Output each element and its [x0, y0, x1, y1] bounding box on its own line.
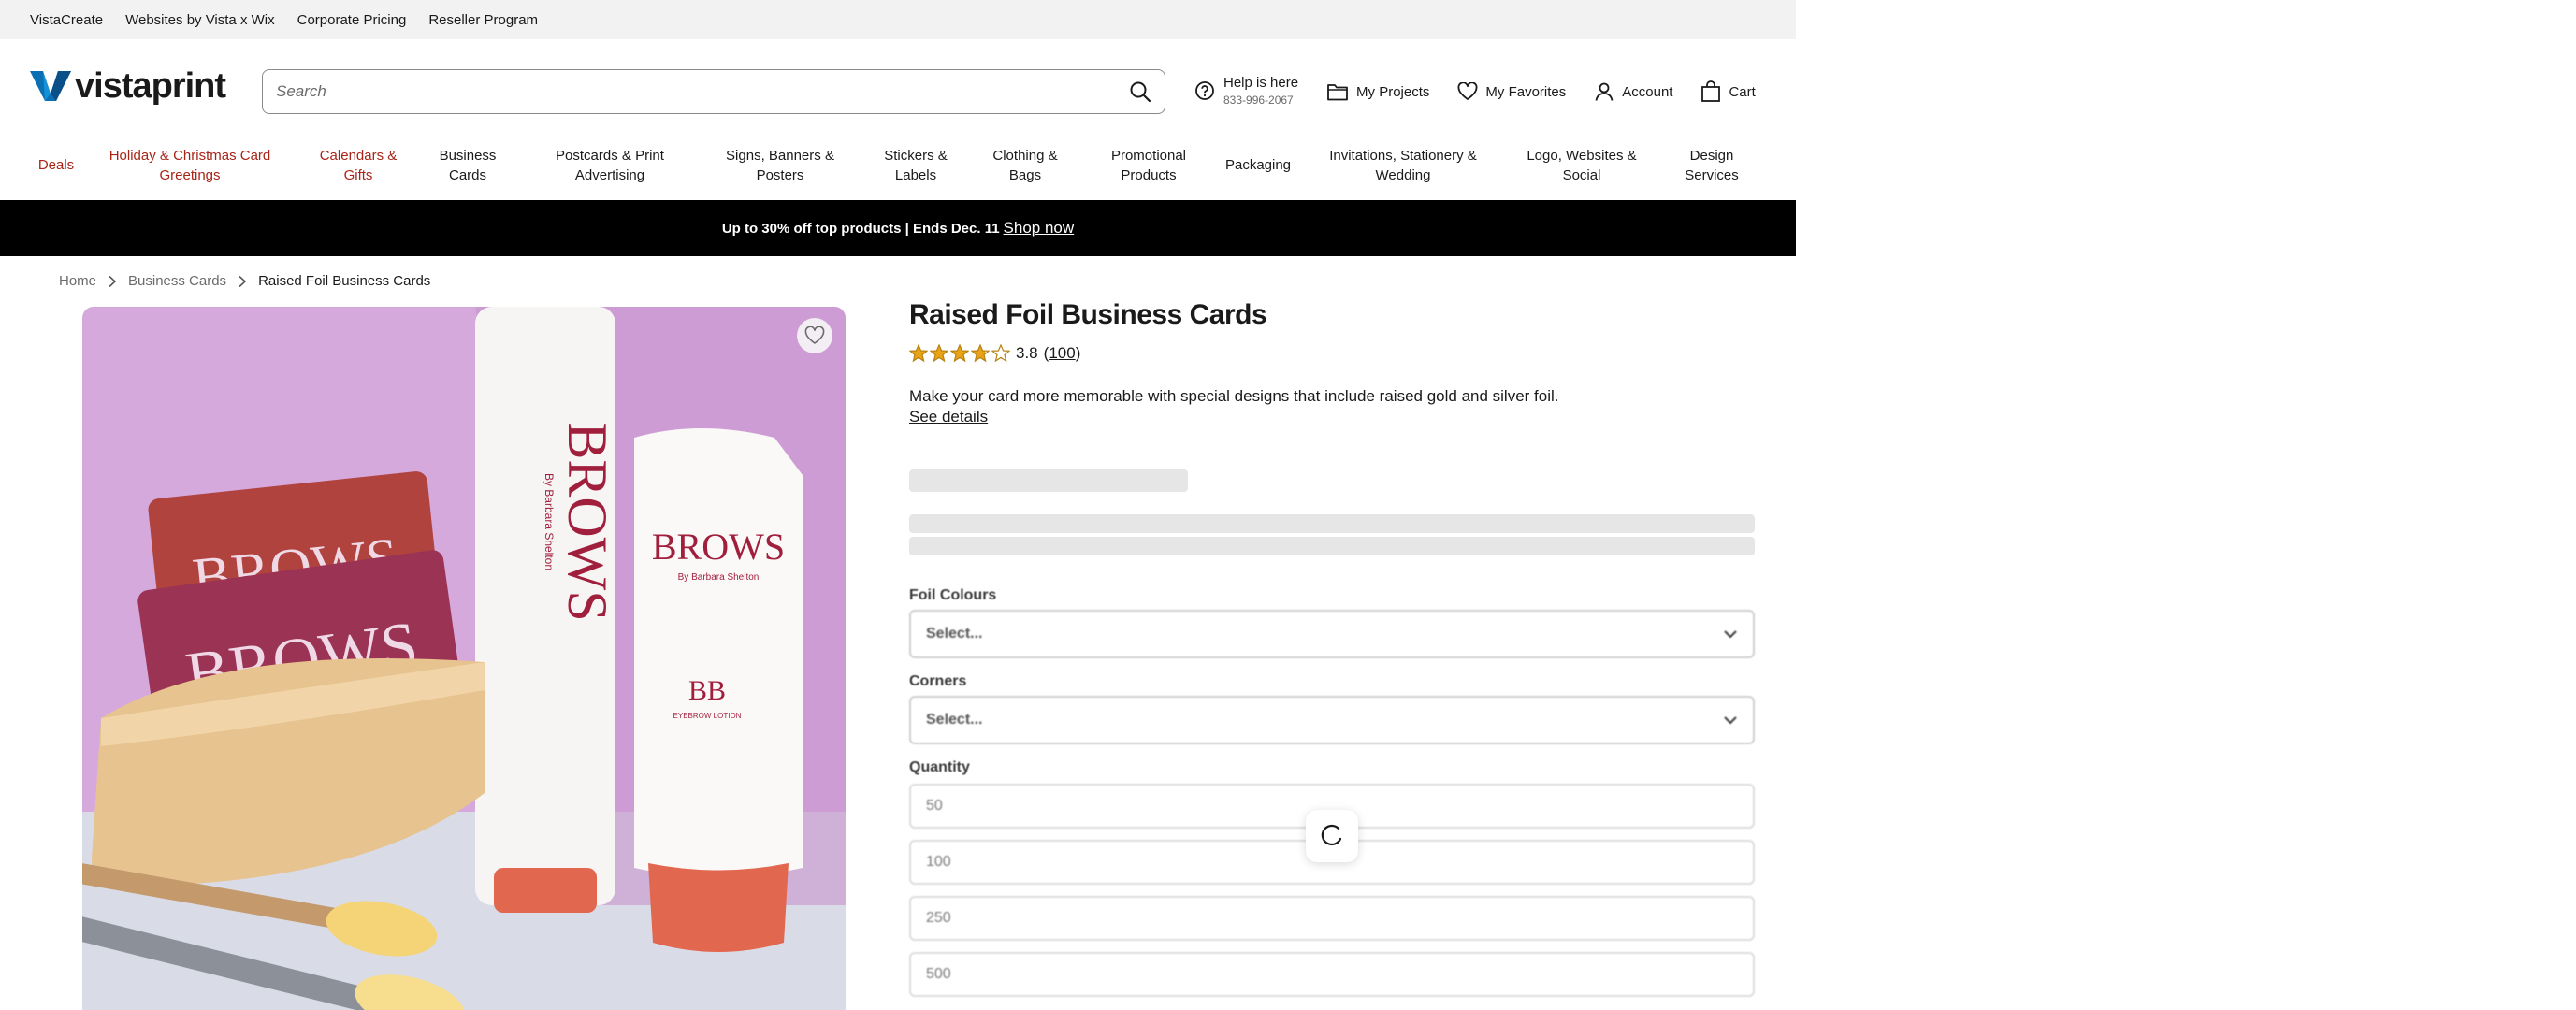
chevron-down-icon	[1724, 630, 1737, 639]
product-lotion-byline: By Barbara Shelton	[678, 572, 760, 583]
rating-value: 3.8	[1016, 344, 1038, 362]
star-icon	[991, 344, 1010, 363]
my-favorites-label: My Favorites	[1485, 83, 1567, 100]
product-tube-byline: By Barbara Shelton	[543, 473, 556, 570]
account-label: Account	[1622, 83, 1673, 100]
nav-deals[interactable]: Deals	[37, 155, 75, 175]
my-favorites-button[interactable]: My Favorites	[1457, 82, 1566, 101]
help-title: Help is here	[1223, 75, 1299, 91]
search-box[interactable]	[262, 69, 1165, 114]
promo-shop-now-link[interactable]: Shop now	[1004, 219, 1075, 238]
nav-promotional[interactable]: Promotional Products	[1093, 146, 1205, 185]
nav-packaging[interactable]: Packaging	[1220, 155, 1296, 175]
nav-holiday[interactable]: Holiday & Christmas Card Greetings	[99, 146, 281, 185]
vistaprint-logo-mark	[30, 71, 71, 101]
star-icon	[950, 344, 969, 363]
loading-spinner	[1306, 810, 1358, 862]
star-icon	[909, 344, 928, 363]
product-title: Raised Foil Business Cards	[909, 299, 1267, 330]
logo-wordmark: vistaprint	[75, 65, 226, 106]
utility-link-corporate-pricing[interactable]: Corporate Pricing	[297, 12, 407, 28]
product-lotion-brand: BROWS	[652, 526, 785, 568]
cart-label: Cart	[1729, 83, 1756, 100]
page: VistaCreate Websites by Vista x Wix Corp…	[0, 0, 1796, 1010]
corners-label: Corners	[909, 673, 967, 689]
corners-select[interactable]: Select...	[909, 696, 1755, 744]
nav-signs[interactable]: Signs, Banners & Posters	[713, 146, 847, 185]
quantity-option[interactable]: 250	[909, 896, 1755, 941]
my-projects-button[interactable]: My Projects	[1326, 81, 1429, 102]
heart-icon	[1457, 82, 1478, 100]
star-icon	[971, 344, 990, 363]
add-to-favorites-button[interactable]	[797, 318, 832, 354]
see-details-link[interactable]: See details	[909, 408, 1755, 426]
corners-value: Select...	[926, 712, 983, 728]
chevron-right-icon	[109, 275, 117, 287]
product-tube-brand: BROWS	[557, 422, 618, 621]
help-phone[interactable]: 833-996-2067	[1223, 92, 1298, 108]
nav-stickers[interactable]: Stickers & Labels	[870, 146, 962, 185]
header-actions: Help is here 833-996-2067 My Projects My…	[1194, 73, 1784, 110]
product-image[interactable]: BROWS By Barbara Shelton BROWS By Barbar…	[82, 307, 846, 1010]
spinner-icon	[1321, 824, 1342, 846]
chevron-down-icon	[1724, 716, 1737, 725]
nav-calendars[interactable]: Calendars & Gifts	[309, 146, 408, 185]
promo-text: Up to 30% off top products | Ends Dec. 1…	[721, 220, 1000, 237]
product-info: Raised Foil Business Cards 3.8 (100) Mak…	[909, 299, 1755, 426]
product-description: Make your card more memorable with speci…	[909, 387, 1559, 405]
product-rating[interactable]: 3.8 (100)	[909, 344, 1755, 363]
my-projects-label: My Projects	[1356, 83, 1430, 100]
star-icon	[930, 344, 948, 363]
quantity-label: Quantity	[909, 759, 970, 775]
utility-link-websites[interactable]: Websites by Vista x Wix	[125, 12, 275, 28]
quantity-option[interactable]: 500	[909, 952, 1755, 997]
breadcrumb: Home Business Cards Raised Foil Business…	[59, 273, 430, 289]
loading-skeleton-line	[909, 537, 1755, 556]
product-lotion-name: EYEBROW LOTION	[673, 712, 742, 720]
category-nav: Deals Holiday & Christmas Card Greetings…	[0, 133, 1796, 200]
rating-stars	[909, 344, 1010, 363]
review-count[interactable]: (100)	[1044, 344, 1081, 363]
nav-postcards[interactable]: Postcards & Print Advertising	[537, 146, 683, 185]
cart-icon	[1701, 80, 1721, 102]
product-photo-illustration: BROWS By Barbara Shelton BROWS By Barbar…	[82, 307, 846, 1010]
foil-colours-select[interactable]: Select...	[909, 610, 1755, 658]
folder-icon	[1327, 84, 1348, 101]
help-icon	[1195, 81, 1214, 100]
breadcrumb-business-cards[interactable]: Business Cards	[128, 273, 226, 289]
site-header: vistaprint Help is here 833-996-2067	[0, 39, 1796, 133]
chevron-right-icon	[239, 275, 247, 287]
utility-link-reseller-program[interactable]: Reseller Program	[428, 12, 538, 28]
loading-skeleton-price	[909, 469, 1188, 492]
breadcrumb-home[interactable]: Home	[59, 273, 96, 289]
breadcrumb-current: Raised Foil Business Cards	[258, 273, 431, 289]
loading-skeleton-line	[909, 514, 1755, 533]
foil-colours-value: Select...	[926, 626, 983, 642]
heart-icon	[804, 326, 825, 344]
help-button[interactable]: Help is here 833-996-2067	[1194, 75, 1298, 108]
nav-logo-websites[interactable]: Logo, Websites & Social	[1519, 146, 1644, 185]
nav-invitations[interactable]: Invitations, Stationery & Wedding	[1319, 146, 1487, 185]
search-input[interactable]	[276, 82, 1129, 101]
utility-bar: VistaCreate Websites by Vista x Wix Corp…	[0, 0, 1796, 39]
product-lotion-monogram: BB	[688, 675, 726, 706]
account-button[interactable]: Account	[1594, 81, 1672, 102]
promo-banner: Up to 30% off top products | Ends Dec. 1…	[0, 200, 1796, 256]
nav-business-cards[interactable]: Business Cards	[430, 146, 505, 185]
user-icon	[1595, 82, 1614, 101]
utility-link-vistacreate[interactable]: VistaCreate	[30, 12, 103, 28]
foil-colours-label: Foil Colours	[909, 587, 997, 603]
nav-design-services[interactable]: Design Services	[1671, 146, 1753, 185]
search-icon[interactable]	[1129, 80, 1151, 103]
cart-button[interactable]: Cart	[1700, 80, 1756, 103]
vistaprint-logo[interactable]: vistaprint	[30, 65, 228, 106]
nav-clothing[interactable]: Clothing & Bags	[982, 146, 1068, 185]
